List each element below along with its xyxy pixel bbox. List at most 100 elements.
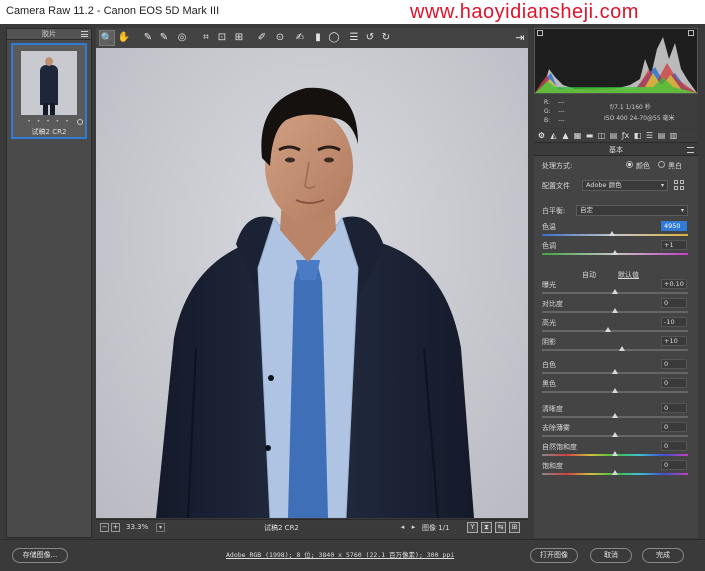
saturation-slider-handle[interactable] [612,470,618,475]
default-button[interactable]: 默认值 [618,270,639,280]
tint-label: 色调 [542,242,556,250]
before-after-y-button[interactable]: Y [467,522,478,533]
blacks-value-field[interactable]: 0 [661,378,687,388]
hand-tool-icon[interactable]: ✋ [116,30,132,46]
sync-flag-icon [77,119,83,125]
blacks-slider-row: 黑色 0 [534,378,698,399]
done-button[interactable]: 完成 [642,548,684,563]
highlight-clipping-icon[interactable] [688,30,694,36]
clarity-slider-row: 清晰度 0 [534,403,698,424]
contrast-slider-row: 对比度 0 [534,298,698,319]
cancel-button[interactable]: 取消 [590,548,632,563]
zoom-in-button[interactable]: + [111,523,120,532]
shadows-slider-track[interactable] [542,349,688,351]
transform-tab-icon[interactable]: ▤ [608,130,619,142]
adjustment-brush-icon[interactable]: ✍ [292,30,308,46]
exposure-slider-handle[interactable] [612,289,618,294]
before-after-copy-button[interactable]: ⇆ [495,522,506,533]
filmstrip-menu-icon[interactable] [81,31,88,37]
tint-slider-handle[interactable] [612,250,618,255]
detail-tab-icon[interactable]: ▲ [560,130,571,142]
vibrance-slider-handle[interactable] [612,451,618,456]
preferences-icon[interactable]: ☰ [346,30,362,46]
transform-tool-icon[interactable]: ⊞ [231,30,247,46]
image-status-bar: − + 33.3% ▾ 试稿2 CR2 ◂ ▸ 图像 1/1 Y ⧗ ⇆ ⊞ [96,519,528,534]
treatment-bw-radio[interactable] [658,161,665,168]
tint-slider-row: 色调 +1 [534,240,698,261]
red-eye-tool-icon[interactable]: ⊙ [272,30,288,46]
shadows-value-field[interactable]: +10 [661,336,687,346]
image-canvas[interactable] [96,48,528,518]
dehaze-value-field[interactable]: 0 [661,422,687,432]
open-preferences-icon[interactable]: ⇥ [512,30,528,46]
blacks-slider-handle[interactable] [612,388,618,393]
profile-select[interactable]: Adobe 颜色 ▾ [582,180,668,191]
split-toning-tab-icon[interactable]: ▬ [584,130,595,142]
highlights-slider-track[interactable] [542,330,688,332]
clarity-value-field[interactable]: 0 [661,403,687,413]
rotate-left-icon[interactable]: ↺ [362,30,378,46]
title-bar: Camera Raw 11.2 - Canon EOS 5D Mark III … [0,0,705,24]
tint-value-field[interactable]: +1 [661,240,687,250]
basic-tab-icon[interactable]: ⚙ [536,130,547,142]
white-balance-tool-icon[interactable]: ✎ [140,30,156,46]
shadows-slider-handle[interactable] [619,346,626,351]
graduated-filter-icon[interactable]: ▮ [310,30,326,46]
panel-menu-icon[interactable] [687,147,694,153]
next-image-icon[interactable]: ▸ [409,523,418,532]
hsl-tab-icon[interactable]: ▦ [572,130,583,142]
open-image-button[interactable]: 打开图像 [530,548,578,563]
effects-tab-icon[interactable]: ƒx [620,130,631,142]
lens-tab-icon[interactable]: ◫ [596,130,607,142]
whites-value-field[interactable]: 0 [661,359,687,369]
treatment-color-label: 颜色 [636,162,650,170]
histogram [534,28,698,94]
more-tab-icon[interactable]: ▥ [668,130,679,142]
before-after-toggle-button[interactable]: ⊞ [509,522,520,533]
contrast-slider-handle[interactable] [612,308,618,313]
treatment-color-radio[interactable] [626,161,633,168]
workflow-options-link[interactable]: Adobe RGB (1998); 8 位; 3840 x 5760 (22.1… [226,549,454,559]
treatment-bw-label: 黑白 [668,162,682,170]
shadow-clipping-icon[interactable] [537,30,543,36]
save-image-button[interactable]: 存储图像... [12,548,68,563]
whites-slider-handle[interactable] [612,369,618,374]
highlights-slider-handle[interactable] [604,327,611,332]
dehaze-slider-row: 去除薄雾 0 [534,422,698,443]
dehaze-slider-handle[interactable] [612,432,618,437]
white-balance-select[interactable]: 自定 ▾ [576,205,688,216]
zoom-tool-icon[interactable]: 🔍 [99,30,115,46]
calibration-tab-icon[interactable]: ◧ [632,130,643,142]
zoom-dropdown-chevron-icon[interactable]: ▾ [156,523,165,532]
snapshots-tab-icon[interactable]: ▤ [656,130,667,142]
vibrance-value-field[interactable]: 0 [661,441,687,451]
color-sampler-tool-icon[interactable]: ✎ [156,30,172,46]
tone-curve-tab-icon[interactable]: ◭ [548,130,559,142]
before-after-swap-button[interactable]: ⧗ [481,522,492,533]
presets-tab-icon[interactable]: ☰ [644,130,655,142]
rotate-right-icon[interactable]: ↻ [378,30,394,46]
auto-button[interactable]: 自动 [582,270,596,280]
profile-browser-icon[interactable] [674,180,685,191]
saturation-value-field[interactable]: 0 [661,460,687,470]
radial-filter-icon[interactable]: ◯ [326,30,342,46]
r-value: --- [558,99,565,106]
page-info: 图像 1/1 [422,524,450,532]
rating-stars[interactable]: • • • • • [13,118,85,125]
exposure-value-field[interactable]: +0.10 [661,279,687,289]
rgb-readout: R: --- G: --- B: --- f/7.1 1/160 秒 ISO 4… [534,94,698,128]
targeted-adjustment-tool-icon[interactable]: ◎ [174,30,190,46]
straighten-tool-icon[interactable]: ⊡ [214,30,230,46]
prev-image-icon[interactable]: ◂ [398,523,407,532]
spot-removal-tool-icon[interactable]: ✐ [254,30,270,46]
contrast-value-field[interactable]: 0 [661,298,687,308]
crop-tool-icon[interactable]: ⌗ [198,30,214,46]
highlights-value-field[interactable]: -10 [661,317,687,327]
temperature-slider-handle[interactable] [609,231,616,236]
g-label: G: [544,108,551,115]
filmstrip-thumbnail[interactable]: • • • • • 试稿2 CR2 [11,43,87,139]
zoom-out-button[interactable]: − [100,523,109,532]
clarity-slider-handle[interactable] [612,413,618,418]
temperature-value-field[interactable]: 4950 [661,221,687,231]
chevron-down-icon: ▾ [660,182,664,189]
